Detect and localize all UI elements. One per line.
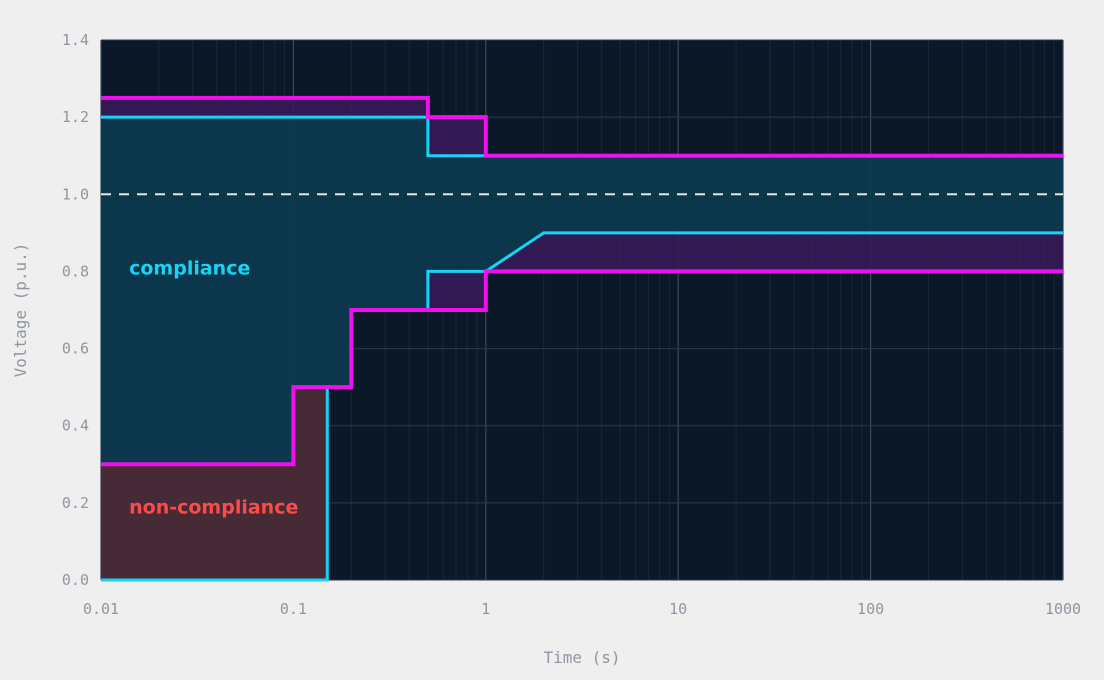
x-axis-title: Time (s) [543, 648, 620, 667]
y-tick-label: 0.6 [62, 340, 89, 358]
y-tick-label: 0.8 [62, 262, 89, 280]
x-tick-label: 0.01 [83, 600, 119, 618]
x-tick-label: 1000 [1045, 600, 1081, 618]
y-tick-label: 0.2 [62, 494, 89, 512]
plot-area: compliance non-compliance [100, 39, 1064, 582]
y-tick-label: 0.0 [62, 571, 89, 589]
x-tick-label: 10 [669, 600, 687, 618]
x-tick-label: 1 [481, 600, 490, 618]
y-tick-label: 0.4 [62, 417, 89, 435]
x-tick-label: 100 [857, 600, 884, 618]
y-axis-title: Voltage (p.u.) [11, 243, 30, 378]
x-tick-label: 0.1 [280, 600, 307, 618]
compliance-label: compliance [129, 258, 250, 280]
non-compliance-label: non-compliance [129, 497, 298, 519]
y-tick-label: 1.4 [62, 31, 89, 49]
voltage-ride-through-chart: compliance non-compliance 0.01 0.1 1 10 100 10… [0, 0, 1104, 680]
y-tick-label: 1.2 [62, 108, 89, 126]
y-tick-label: 1.0 [62, 185, 89, 203]
